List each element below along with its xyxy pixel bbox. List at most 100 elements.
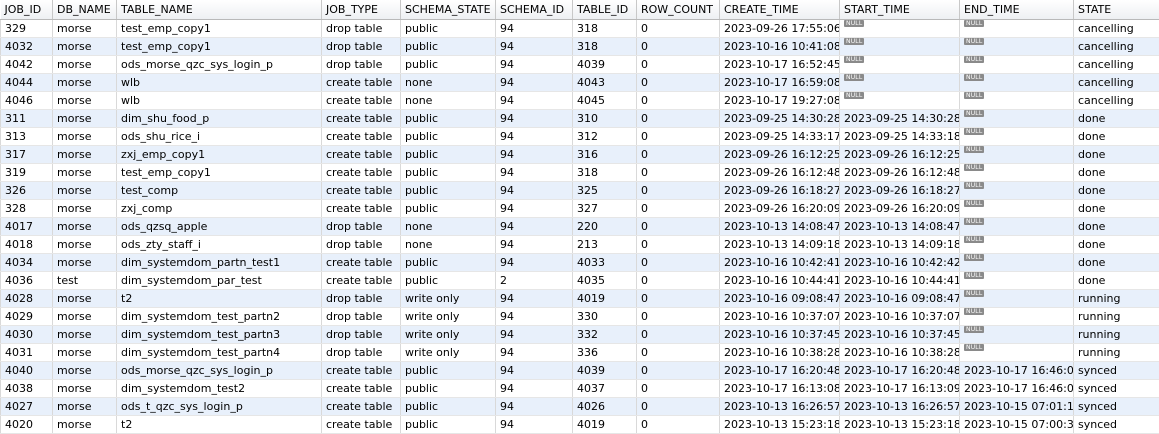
column-header-end-time[interactable]: END_TIME: [960, 0, 1074, 20]
cell-create-time[interactable]: 2023-10-16 10:42:41: [720, 254, 840, 272]
cell-create-time[interactable]: 2023-09-25 14:33:17: [720, 128, 840, 146]
cell-table-id[interactable]: 318: [573, 38, 637, 56]
cell-db-name[interactable]: morse: [53, 164, 117, 182]
cell-job-type[interactable]: create table: [322, 416, 401, 434]
cell-end-time[interactable]: NULL: [960, 200, 1074, 218]
table-row[interactable]: 4042morseods_morse_qzc_sys_login_pdrop t…: [1, 56, 1159, 74]
cell-start-time[interactable]: 2023-09-26 16:12:48: [840, 164, 960, 182]
cell-start-time[interactable]: 2023-10-16 09:08:47: [840, 290, 960, 308]
cell-table-id[interactable]: 310: [573, 110, 637, 128]
cell-schema-id[interactable]: 94: [496, 290, 573, 308]
table-row[interactable]: 4029morsedim_systemdom_test_partn2drop t…: [1, 308, 1159, 326]
cell-end-time[interactable]: NULL: [960, 74, 1074, 92]
cell-state[interactable]: running: [1074, 344, 1159, 362]
cell-start-time[interactable]: 2023-10-17 16:13:09: [840, 380, 960, 398]
cell-table-id[interactable]: 318: [573, 20, 637, 38]
cell-table-name[interactable]: ods_qzsq_apple: [117, 218, 322, 236]
cell-start-time[interactable]: 2023-10-13 14:08:47: [840, 218, 960, 236]
cell-job-id[interactable]: 4042: [1, 56, 53, 74]
cell-start-time[interactable]: 2023-09-26 16:18:27: [840, 182, 960, 200]
cell-table-name[interactable]: dim_systemdom_partn_test1: [117, 254, 322, 272]
cell-create-time[interactable]: 2023-10-16 09:08:47: [720, 290, 840, 308]
cell-row-count[interactable]: 0: [637, 308, 720, 326]
cell-end-time[interactable]: NULL: [960, 56, 1074, 74]
cell-job-id[interactable]: 328: [1, 200, 53, 218]
cell-db-name[interactable]: morse: [53, 56, 117, 74]
cell-create-time[interactable]: 2023-10-16 10:38:28: [720, 344, 840, 362]
table-row[interactable]: 4034morsedim_systemdom_partn_test1create…: [1, 254, 1159, 272]
cell-db-name[interactable]: morse: [53, 110, 117, 128]
cell-table-id[interactable]: 4033: [573, 254, 637, 272]
cell-job-id[interactable]: 311: [1, 110, 53, 128]
cell-schema-id[interactable]: 94: [496, 182, 573, 200]
cell-table-id[interactable]: 213: [573, 236, 637, 254]
cell-schema-state[interactable]: public: [401, 254, 496, 272]
cell-schema-state[interactable]: write only: [401, 308, 496, 326]
table-row[interactable]: 4046morsewlbcreate tablenone94404502023-…: [1, 92, 1159, 110]
table-row[interactable]: 317morsezxj_emp_copy1create tablepublic9…: [1, 146, 1159, 164]
cell-schema-id[interactable]: 94: [496, 200, 573, 218]
table-row[interactable]: 329morsetest_emp_copy1drop tablepublic94…: [1, 20, 1159, 38]
cell-row-count[interactable]: 0: [637, 362, 720, 380]
cell-job-id[interactable]: 329: [1, 20, 53, 38]
cell-row-count[interactable]: 0: [637, 128, 720, 146]
column-header-job-id[interactable]: JOB_ID: [1, 0, 53, 20]
cell-state[interactable]: running: [1074, 308, 1159, 326]
cell-db-name[interactable]: morse: [53, 290, 117, 308]
cell-create-time[interactable]: 2023-10-17 16:13:08: [720, 380, 840, 398]
cell-table-name[interactable]: zxj_comp: [117, 200, 322, 218]
ddl-jobs-result-grid[interactable]: JOB_ID DB_NAME TABLE_NAME JOB_TYPE SCHEM…: [0, 0, 1159, 434]
cell-start-time[interactable]: NULL: [840, 56, 960, 74]
cell-end-time[interactable]: 2023-10-17 16:46:06: [960, 362, 1074, 380]
cell-schema-state[interactable]: public: [401, 38, 496, 56]
cell-start-time[interactable]: 2023-10-16 10:38:28: [840, 344, 960, 362]
cell-table-id[interactable]: 318: [573, 164, 637, 182]
cell-job-type[interactable]: create table: [322, 164, 401, 182]
table-row[interactable]: 326morsetest_compcreate tablepublic94325…: [1, 182, 1159, 200]
cell-job-id[interactable]: 4032: [1, 38, 53, 56]
cell-end-time[interactable]: NULL: [960, 128, 1074, 146]
cell-table-id[interactable]: 336: [573, 344, 637, 362]
cell-start-time[interactable]: 2023-10-13 14:09:18: [840, 236, 960, 254]
cell-db-name[interactable]: morse: [53, 182, 117, 200]
cell-db-name[interactable]: morse: [53, 200, 117, 218]
cell-state[interactable]: done: [1074, 146, 1159, 164]
cell-state[interactable]: done: [1074, 110, 1159, 128]
table-row[interactable]: 4036testdim_systemdom_par_testcreate tab…: [1, 272, 1159, 290]
cell-schema-id[interactable]: 94: [496, 110, 573, 128]
cell-job-type[interactable]: drop table: [322, 344, 401, 362]
cell-create-time[interactable]: 2023-09-25 14:30:28: [720, 110, 840, 128]
column-header-create-time[interactable]: CREATE_TIME: [720, 0, 840, 20]
cell-start-time[interactable]: NULL: [840, 20, 960, 38]
cell-end-time[interactable]: NULL: [960, 218, 1074, 236]
cell-start-time[interactable]: 2023-10-16 10:42:42: [840, 254, 960, 272]
table-row[interactable]: 4031morsedim_systemdom_test_partn4drop t…: [1, 344, 1159, 362]
cell-job-id[interactable]: 4017: [1, 218, 53, 236]
cell-schema-id[interactable]: 94: [496, 380, 573, 398]
cell-db-name[interactable]: morse: [53, 236, 117, 254]
cell-schema-state[interactable]: public: [401, 272, 496, 290]
cell-job-id[interactable]: 4018: [1, 236, 53, 254]
cell-table-name[interactable]: ods_morse_qzc_sys_login_p: [117, 56, 322, 74]
cell-db-name[interactable]: morse: [53, 38, 117, 56]
cell-job-id[interactable]: 317: [1, 146, 53, 164]
cell-create-time[interactable]: 2023-10-17 19:27:08: [720, 92, 840, 110]
cell-table-name[interactable]: test_emp_copy1: [117, 164, 322, 182]
cell-end-time[interactable]: NULL: [960, 290, 1074, 308]
cell-schema-state[interactable]: public: [401, 416, 496, 434]
cell-create-time[interactable]: 2023-10-16 10:37:07: [720, 308, 840, 326]
cell-table-name[interactable]: wlb: [117, 74, 322, 92]
cell-job-type[interactable]: drop table: [322, 218, 401, 236]
cell-end-time[interactable]: NULL: [960, 110, 1074, 128]
cell-job-id[interactable]: 313: [1, 128, 53, 146]
cell-end-time[interactable]: NULL: [960, 326, 1074, 344]
cell-table-name[interactable]: dim_shu_food_p: [117, 110, 322, 128]
cell-db-name[interactable]: morse: [53, 92, 117, 110]
table-row[interactable]: 4032morsetest_emp_copy1drop tablepublic9…: [1, 38, 1159, 56]
cell-end-time[interactable]: NULL: [960, 38, 1074, 56]
cell-schema-id[interactable]: 94: [496, 344, 573, 362]
cell-state[interactable]: done: [1074, 254, 1159, 272]
cell-row-count[interactable]: 0: [637, 20, 720, 38]
cell-row-count[interactable]: 0: [637, 380, 720, 398]
cell-end-time[interactable]: 2023-10-15 07:01:10: [960, 398, 1074, 416]
